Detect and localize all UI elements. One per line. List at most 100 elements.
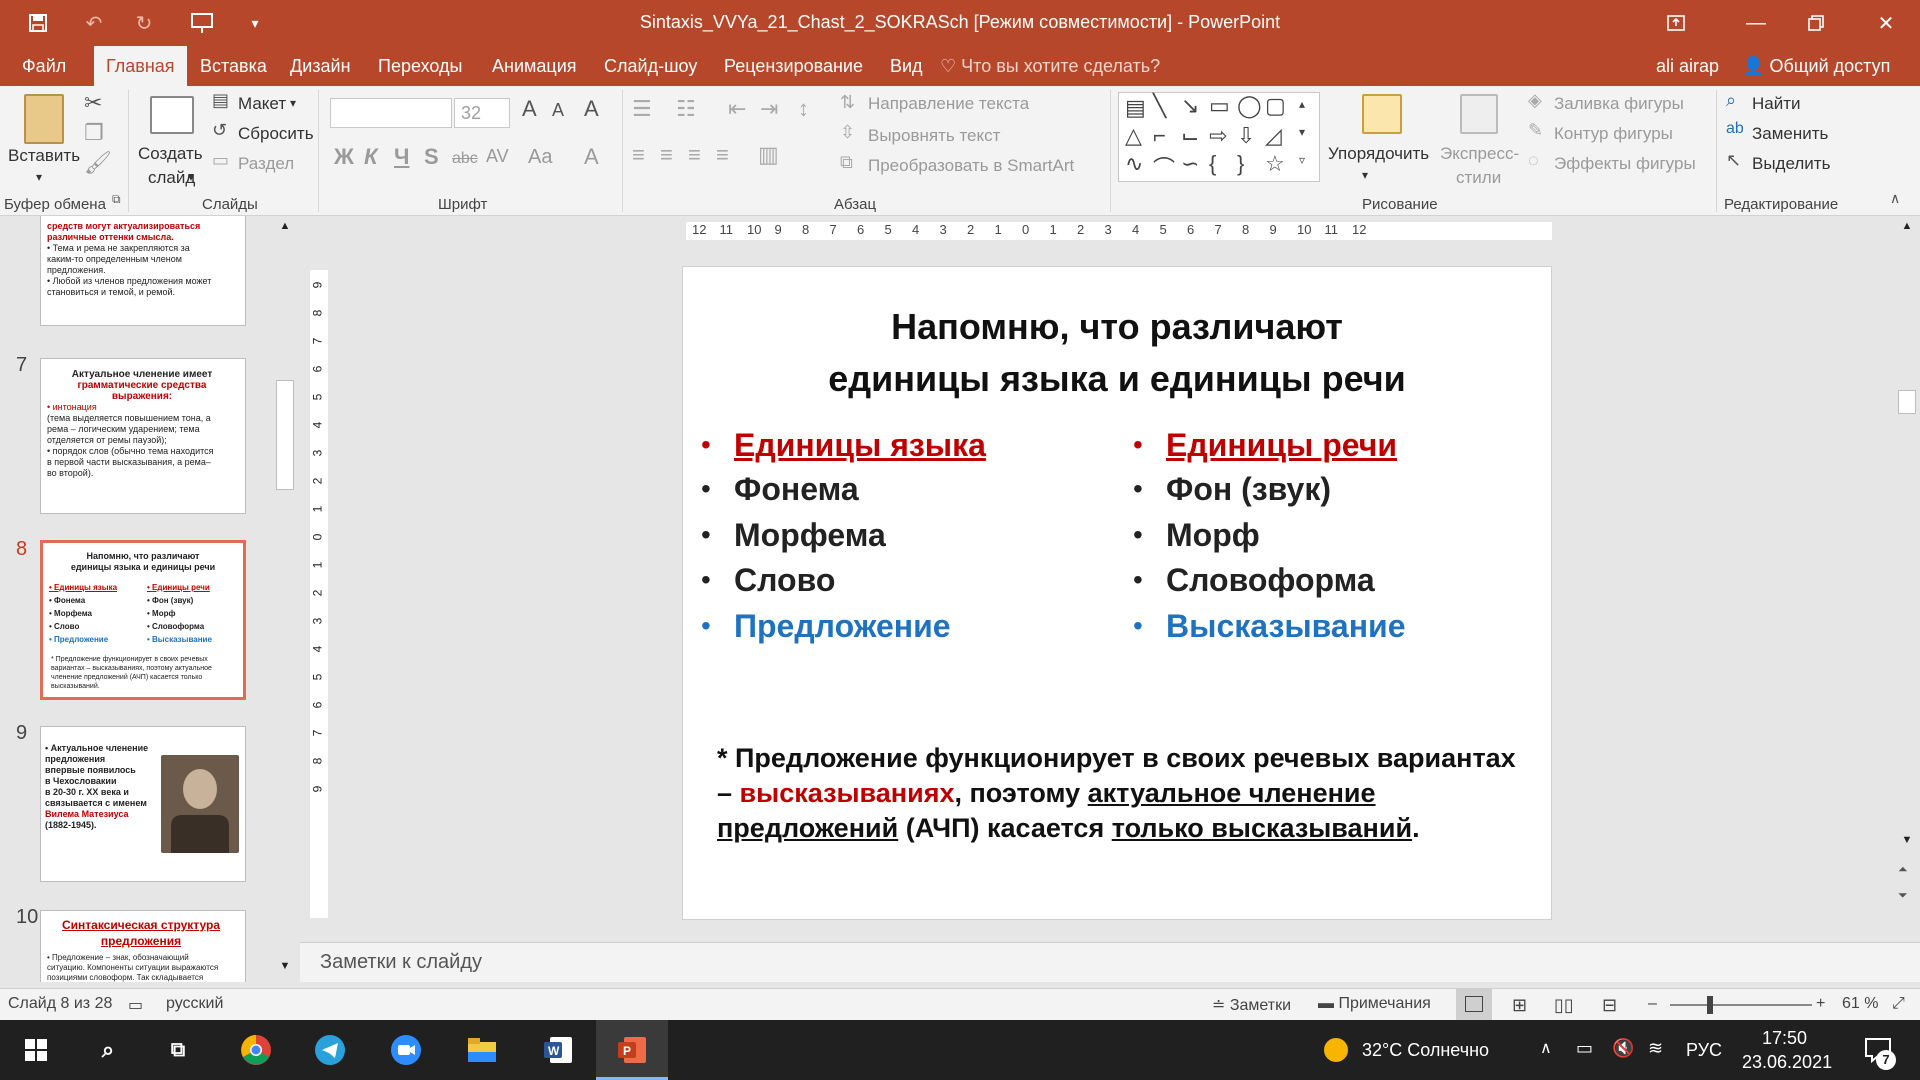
- tab-design[interactable]: Дизайн: [278, 46, 363, 86]
- slide-thumbnail-6[interactable]: средств могут актуализироваться различны…: [40, 216, 246, 326]
- weather-text[interactable]: 32°C Солнечно: [1362, 1040, 1489, 1061]
- spellcheck-icon[interactable]: ▭: [128, 995, 143, 1015]
- left-brace-shape-icon[interactable]: {: [1209, 151, 1216, 177]
- find-button[interactable]: Найти: [1752, 94, 1801, 114]
- right-item-4[interactable]: Словоформа: [1166, 562, 1375, 599]
- collapse-ribbon-icon[interactable]: ∧: [1890, 190, 1900, 207]
- slide-sorter-icon[interactable]: ⊞: [1512, 995, 1527, 1016]
- tab-animations[interactable]: Анимация: [480, 46, 589, 86]
- select-icon[interactable]: ↖: [1726, 150, 1741, 171]
- left-item-1[interactable]: Единицы языка: [734, 427, 986, 464]
- file-explorer-icon[interactable]: [462, 1030, 502, 1070]
- freeform-shape-icon[interactable]: ∿: [1125, 151, 1143, 177]
- increase-font-icon[interactable]: A: [522, 96, 537, 122]
- layout-dropdown-icon[interactable]: ▾: [290, 96, 296, 110]
- left-item-2[interactable]: Фонема: [734, 471, 859, 508]
- right-item-1[interactable]: Единицы речи: [1166, 427, 1397, 464]
- slide-footnote[interactable]: * Предложение функционирует в своих рече…: [717, 741, 1517, 846]
- scroll-down-icon[interactable]: ▼: [1898, 834, 1916, 852]
- shape-effects-button[interactable]: Эффекты фигуры: [1554, 154, 1696, 174]
- slide-title[interactable]: Напомню, что различают единицы языка и е…: [683, 301, 1551, 405]
- vertical-ruler[interactable]: 9 8 7 6 5 4 3 2 1 0 1 2 3 4 5 6 7 8 9: [310, 270, 328, 918]
- share-button[interactable]: 👤 Общий доступ: [1742, 46, 1890, 86]
- layout-button[interactable]: Макет: [238, 94, 286, 114]
- curved-connector-shape-icon[interactable]: ⌙: [1181, 123, 1199, 149]
- paste-icon[interactable]: [24, 94, 64, 144]
- line-spacing-icon[interactable]: ↕: [798, 96, 809, 122]
- left-item-3[interactable]: Морфема: [734, 517, 886, 554]
- paste-dropdown-icon[interactable]: ▾: [36, 170, 42, 184]
- quick-styles-icon[interactable]: [1460, 94, 1498, 134]
- zoom-in-button[interactable]: +: [1816, 995, 1825, 1013]
- char-spacing-button[interactable]: AV: [486, 146, 509, 167]
- volume-icon[interactable]: 🔇: [1612, 1038, 1634, 1059]
- text-direction-icon[interactable]: ⇅: [840, 92, 855, 113]
- font-size-box[interactable]: 32: [454, 98, 510, 128]
- format-painter-icon[interactable]: 🖌: [84, 150, 112, 176]
- telegram-icon[interactable]: [310, 1030, 350, 1070]
- slide-thumbnail-10[interactable]: Синтаксическая структура предложения • П…: [40, 910, 246, 982]
- quick-styles-button[interactable]: Экспресс-: [1440, 144, 1519, 164]
- reading-view-icon[interactable]: ▯▯: [1554, 995, 1574, 1016]
- powerpoint-icon[interactable]: P: [612, 1030, 652, 1070]
- notes-toggle-button[interactable]: ≐ Заметки: [1212, 995, 1291, 1015]
- numbering-icon[interactable]: ☷: [676, 96, 696, 122]
- shadow-button[interactable]: S: [424, 144, 439, 170]
- slide-thumbnail-8[interactable]: Напомню, что различают единицы языка и е…: [40, 540, 246, 700]
- scroll-up-icon[interactable]: ▲: [276, 220, 294, 238]
- arrange-button[interactable]: Упорядочить: [1328, 144, 1429, 164]
- slide-thumbnail-7[interactable]: Актуальное членение имеет грамматические…: [40, 358, 246, 514]
- strikethrough-button[interactable]: abc: [452, 150, 478, 168]
- section-icon[interactable]: ▭: [212, 150, 229, 171]
- text-direction-button[interactable]: Направление текста: [868, 94, 1029, 114]
- thumbnails-scrollbar[interactable]: ▲ ▼: [274, 216, 296, 982]
- textbox-shape-icon[interactable]: ▤: [1125, 95, 1146, 121]
- minimize-icon[interactable]: —: [1730, 6, 1782, 40]
- justify-icon[interactable]: ≡: [716, 142, 729, 168]
- zoom-slider[interactable]: [1670, 1004, 1812, 1006]
- italic-button[interactable]: К: [364, 144, 378, 170]
- clock-time[interactable]: 17:50: [1762, 1028, 1807, 1049]
- zoom-slider-thumb[interactable]: [1707, 996, 1714, 1014]
- arrange-dropdown-icon[interactable]: ▾: [1362, 168, 1368, 182]
- scroll-down-icon[interactable]: ▼: [276, 960, 294, 978]
- right-item-5[interactable]: Высказывание: [1166, 608, 1406, 645]
- bold-button[interactable]: Ж: [334, 144, 354, 170]
- change-case-button[interactable]: Aa: [528, 146, 552, 169]
- slide-thumbnail-9[interactable]: • Актуальное членение предложения впервы…: [40, 726, 246, 882]
- down-arrow-shape-icon[interactable]: ⇩: [1237, 123, 1255, 149]
- tab-slideshow[interactable]: Слайд-шоу: [592, 46, 709, 86]
- quick-styles-button-line2[interactable]: стили: [1456, 168, 1501, 188]
- new-slide-button[interactable]: Создать: [138, 144, 203, 164]
- scroll-thumb[interactable]: [1898, 390, 1916, 414]
- arrow-line-shape-icon[interactable]: ↘: [1181, 93, 1199, 119]
- star-shape-icon[interactable]: ☆: [1265, 151, 1285, 177]
- align-text-button[interactable]: Выровнять текст: [868, 126, 1000, 146]
- clear-formatting-icon[interactable]: A: [584, 96, 599, 122]
- gallery-up-icon[interactable]: ▴: [1299, 97, 1305, 111]
- search-icon[interactable]: ⌕: [88, 1030, 128, 1070]
- shapes-gallery[interactable]: ▤ ╲ ↘ ▭ ◯ ▢ △ ⌐ ⌙ ⇨ ⇩ ◿ ∿ ⌒ ∽ { } ☆ ▴ ▾ …: [1118, 92, 1320, 182]
- elbow-connector-shape-icon[interactable]: ⌐: [1153, 123, 1166, 149]
- tab-view[interactable]: Вид: [878, 46, 935, 86]
- replace-button[interactable]: Заменить: [1752, 124, 1828, 144]
- paste-button[interactable]: Вставить: [8, 146, 80, 166]
- fit-to-window-icon[interactable]: ⤢: [1892, 995, 1905, 1013]
- slide-scrollbar[interactable]: ▲ ▼: [1894, 216, 1920, 876]
- cut-icon[interactable]: ✂: [84, 90, 102, 116]
- windows-start-icon[interactable]: [16, 1030, 56, 1070]
- increase-indent-icon[interactable]: ⇥: [760, 96, 778, 122]
- bullets-icon[interactable]: ☰: [632, 96, 652, 122]
- comments-toggle-button[interactable]: ▬ Примечания: [1318, 995, 1431, 1013]
- chrome-icon[interactable]: [236, 1030, 276, 1070]
- align-center-icon[interactable]: ≡: [660, 142, 673, 168]
- shape-outline-icon[interactable]: ✎: [1528, 120, 1543, 141]
- select-button[interactable]: Выделить: [1752, 154, 1830, 174]
- user-name[interactable]: ali airap: [1656, 46, 1719, 86]
- input-language[interactable]: РУС: [1686, 1040, 1722, 1061]
- shape-fill-button[interactable]: Заливка фигуры: [1554, 94, 1684, 114]
- arc-shape-icon[interactable]: ⌒: [1153, 151, 1175, 183]
- right-item-2[interactable]: Фон (звук): [1166, 471, 1331, 508]
- callout-shape-icon[interactable]: ◿: [1265, 123, 1282, 149]
- shape-fill-icon[interactable]: ◈: [1528, 90, 1542, 111]
